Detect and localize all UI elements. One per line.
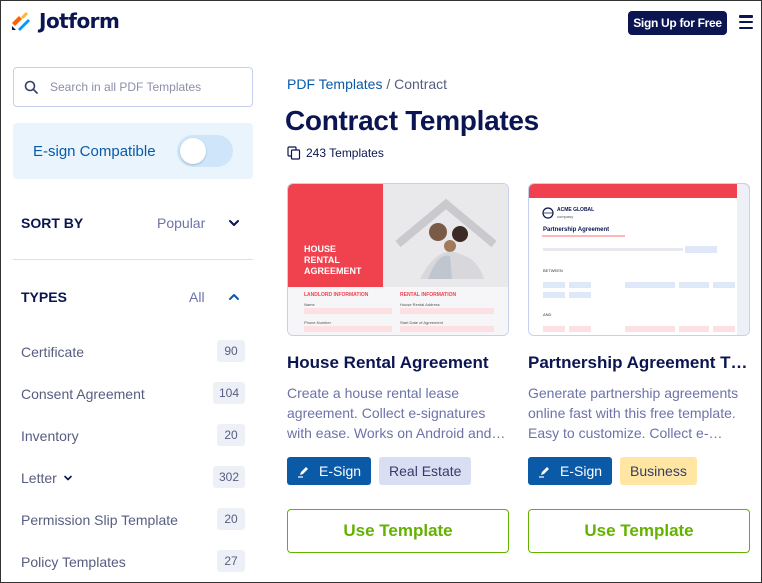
category-tag-real-estate[interactable]: Real Estate (379, 457, 472, 485)
type-item-inventory[interactable]: Inventory 20 (21, 415, 245, 457)
thumb-field-phone: Phone Number (304, 320, 331, 325)
type-count: 104 (212, 382, 245, 404)
type-count: 90 (217, 340, 245, 362)
sort-value: Popular (157, 215, 206, 231)
types-filter-value: All (189, 289, 205, 305)
category-tag-business[interactable]: Business (620, 457, 697, 485)
type-item-certificate[interactable]: Certificate 90 (21, 331, 245, 373)
thumb-field-name: Name (304, 302, 315, 307)
type-count: 27 (217, 550, 245, 572)
breadcrumb: PDF Templates / Contract (287, 76, 447, 92)
type-label: Permission Slip Template (21, 512, 178, 528)
thumb-field-start: Start Date of Agreement (400, 320, 443, 325)
type-label: Letter (21, 470, 57, 486)
copy-icon (287, 146, 301, 160)
type-item-consent-agreement[interactable]: Consent Agreement 104 (21, 373, 245, 415)
sign-up-button[interactable]: Sign Up for Free (628, 11, 727, 35)
type-list: Certificate 90 Consent Agreement 104 Inv… (21, 331, 245, 583)
thumb-input (400, 308, 494, 314)
card-description: Generate partnership agreements online f… (528, 385, 739, 441)
esign-tag-label: E-Sign (319, 463, 362, 479)
sort-by-title: SORT BY (21, 215, 84, 231)
type-count: 20 (217, 508, 245, 530)
thumb-input (304, 326, 392, 332)
esign-toggle[interactable] (177, 135, 233, 167)
logo-text: Jotform (39, 9, 120, 33)
type-item-permission-slip[interactable]: Permission Slip Template 20 (21, 499, 245, 541)
template-count: 243 Templates (287, 146, 384, 160)
types-title: TYPES (21, 289, 67, 305)
sort-by-row[interactable]: SORT BY Popular (13, 201, 253, 245)
esign-label: E-sign Compatible (33, 142, 156, 160)
type-count: 302 (212, 466, 245, 488)
thumb-between: BETWEEN (543, 268, 563, 273)
thumb-company: ACME GLOBAL (557, 207, 595, 213)
card-tags: E-Sign Business (528, 457, 750, 485)
type-label-wrap: Letter (21, 470, 73, 486)
chevron-up-icon (229, 294, 239, 300)
top-header: Jotform Sign Up for Free (1, 1, 761, 45)
hamburger-menu-icon[interactable] (739, 15, 753, 29)
search-icon (24, 80, 38, 94)
types-header-row[interactable]: TYPES All (13, 275, 253, 319)
type-item-letter[interactable]: Letter 302 (21, 457, 245, 499)
esign-tag-label: E-Sign (560, 463, 603, 479)
page-title: Contract Templates (285, 105, 539, 136)
template-card-partnership: ACME GLOBAL company Partnership Agreemen… (528, 183, 750, 553)
template-thumbnail[interactable]: HOUSE RENTAL AGREEMENT LANDLORD INFORMAT… (287, 183, 509, 336)
pen-icon (539, 467, 549, 478)
thumb-company-sub: company (557, 214, 574, 219)
thumb-and: AND (543, 312, 552, 317)
card-title[interactable]: Partnership Agreement T… (528, 353, 750, 373)
template-card-house-rental: HOUSE RENTAL AGREEMENT LANDLORD INFORMAT… (287, 183, 509, 553)
use-template-button[interactable]: Use Template (287, 509, 509, 553)
breadcrumb-link-pdf-templates[interactable]: PDF Templates (287, 76, 382, 92)
thumb-section-landlord: LANDLORD INFORMATION (304, 292, 369, 298)
template-count-text: 243 Templates (306, 146, 384, 160)
type-label: Policy Templates (21, 554, 126, 570)
toggle-knob (180, 138, 206, 164)
jotform-logo[interactable]: Jotform (9, 9, 120, 33)
use-template-button[interactable]: Use Template (528, 509, 750, 553)
card-tags: E-Sign Real Estate (287, 457, 509, 485)
card-title[interactable]: House Rental Agreement (287, 353, 509, 373)
type-item-policy-templates[interactable]: Policy Templates 27 (21, 541, 245, 583)
thumb-banner-text: HOUSE RENTAL AGREEMENT (304, 244, 362, 276)
thumb-field-address: House Rental Address (400, 302, 440, 307)
esign-filter: E-sign Compatible (13, 123, 253, 179)
jotform-logo-icon (12, 12, 30, 31)
search-box (13, 67, 253, 107)
chevron-down-icon[interactable] (63, 473, 73, 483)
thumb-input (304, 308, 392, 314)
divider (13, 259, 253, 260)
type-count: 20 (217, 424, 245, 446)
breadcrumb-current: Contract (394, 76, 448, 92)
chevron-down-icon (229, 220, 239, 226)
type-label: Certificate (21, 344, 85, 360)
esign-tag[interactable]: E-Sign (528, 457, 613, 485)
breadcrumb-separator: / (386, 76, 391, 92)
search-input[interactable] (50, 80, 230, 94)
thumb-section-rental: RENTAL INFORMATION (400, 292, 457, 298)
type-label: Consent Agreement (21, 386, 145, 402)
card-description: Create a house rental lease agreement. C… (287, 385, 506, 441)
thumb-input (400, 326, 494, 332)
thumb-heading: Partnership Agreement (543, 227, 610, 233)
esign-tag[interactable]: E-Sign (287, 457, 372, 485)
pen-icon (298, 467, 308, 478)
template-thumbnail[interactable]: ACME GLOBAL company Partnership Agreemen… (528, 183, 750, 336)
type-label: Inventory (21, 428, 79, 444)
